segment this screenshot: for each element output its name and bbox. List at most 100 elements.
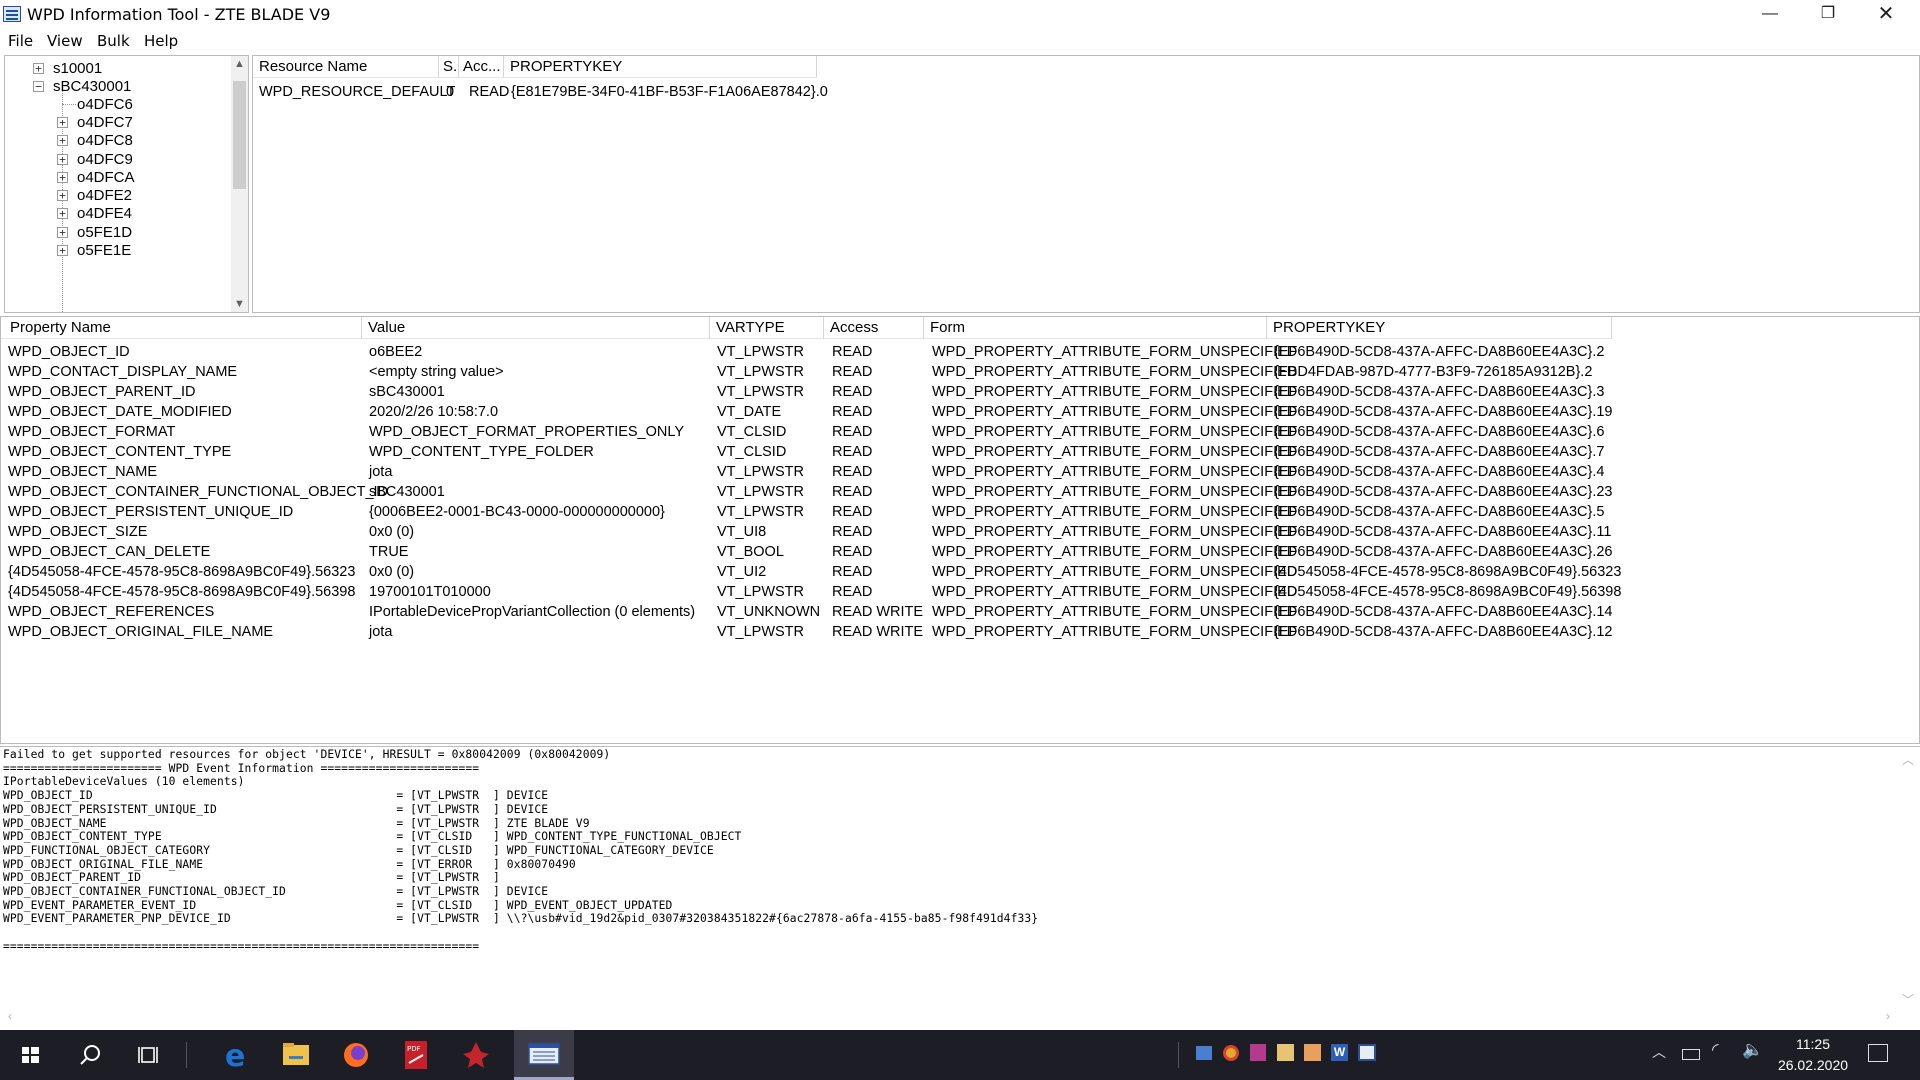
tree-expander[interactable]: +: [33, 63, 44, 74]
search-icon[interactable]: [62, 1030, 118, 1080]
table-row[interactable]: WPD_OBJECT_SIZE 0x0 (0) VT_UI8 READ WPD_PROP…: [1, 522, 1919, 542]
tree-item-o4DFC9[interactable]: o4DFC9: [77, 151, 133, 168]
edge-icon[interactable]: e: [208, 1030, 264, 1080]
tree-expander[interactable]: +: [57, 135, 68, 146]
maximize-button[interactable]: ❐: [1799, 0, 1857, 30]
tree-item-sBC430001[interactable]: sBC430001: [53, 78, 131, 95]
event-log[interactable]: Failed to get supported resources for ob…: [0, 746, 1920, 1030]
pdf-icon[interactable]: PDF: [388, 1030, 444, 1080]
object-tree[interactable]: + s10001 − sBC430001 o4DFC6 + o4DFC7 + o…: [4, 55, 249, 313]
scroll-thumb[interactable]: [233, 81, 246, 189]
scroll-up-icon[interactable]: ▲: [231, 58, 248, 70]
column-header-access[interactable]: Access: [824, 317, 924, 339]
column-header-value[interactable]: Value: [362, 317, 710, 339]
table-row[interactable]: WPD_OBJECT_ID o6BEE2 VT_LPWSTR READ WPD_PROP…: [1, 342, 1919, 362]
tree-expander[interactable]: +: [57, 117, 68, 128]
table-row[interactable]: {4D545058-4FCE-4578-95C8-8698A9BC0F49}.5…: [1, 582, 1919, 602]
taskbar-clock[interactable]: 11:25 26.02.2020: [1773, 1034, 1853, 1076]
tree-item-o4DFE2[interactable]: o4DFE2: [77, 187, 132, 204]
tree-expander[interactable]: +: [57, 190, 68, 201]
task-view-icon[interactable]: [122, 1030, 178, 1080]
log-line: ======================= WPD Event Inform…: [3, 761, 480, 775]
property-value-cell: 0x0 (0): [369, 524, 415, 540]
table-row[interactable]: WPD_OBJECT_CAN_DELETE TRUE VT_BOOL READ WPD_…: [1, 542, 1919, 562]
menu-bulk[interactable]: Bulk: [97, 32, 130, 50]
table-row[interactable]: WPD_OBJECT_CONTAINER_FUNCTIONAL_OBJECT_I…: [1, 482, 1919, 502]
table-row[interactable]: {4D545058-4FCE-4578-95C8-8698A9BC0F49}.5…: [1, 562, 1919, 582]
tray-app-icon[interactable]: [1304, 1044, 1321, 1061]
minimize-button[interactable]: —: [1741, 0, 1799, 30]
column-header-form[interactable]: Form: [924, 317, 1267, 339]
column-header-access[interactable]: Acc...: [459, 56, 504, 78]
tray-app-icon[interactable]: [1196, 1046, 1212, 1060]
log-scroll-left-icon[interactable]: ‹: [8, 1009, 12, 1023]
table-row[interactable]: WPD_OBJECT_CONTENT_TYPE WPD_CONTENT_TYPE_…: [1, 442, 1919, 462]
tree-expander[interactable]: +: [57, 245, 68, 256]
notification-center-icon[interactable]: [1868, 1044, 1888, 1062]
log-scroll-down-icon[interactable]: ﹀: [1902, 991, 1914, 1008]
table-row[interactable]: WPD_OBJECT_ORIGINAL_FILE_NAME jota VT_LPWS…: [1, 622, 1919, 642]
tree-item-o5FE1D[interactable]: o5FE1D: [77, 224, 132, 241]
table-row[interactable]: WPD_OBJECT_DATE_MODIFIED 2020/2/26 10:58:…: [1, 402, 1919, 422]
chrome-icon[interactable]: [1223, 1045, 1239, 1061]
table-row[interactable]: WPD_OBJECT_PERSISTENT_UNIQUE_ID {0006BEE2…: [1, 502, 1919, 522]
close-button[interactable]: ✕: [1857, 0, 1915, 30]
table-row[interactable]: WPD_OBJECT_FORMAT WPD_OBJECT_FORMAT_PROPE…: [1, 422, 1919, 442]
property-name-cell: WPD_OBJECT_SIZE: [8, 524, 148, 540]
red-app-icon[interactable]: [448, 1030, 504, 1080]
property-value-cell: o6BEE2: [369, 344, 423, 360]
property-vartype-cell: VT_CLSID: [717, 444, 787, 460]
tray-app-icon[interactable]: [1250, 1044, 1266, 1061]
column-header-size[interactable]: S.: [439, 56, 459, 78]
title-bar: WPD Information Tool - ZTE BLADE V9 — ❐ …: [0, 0, 1920, 30]
start-icon[interactable]: [2, 1030, 58, 1080]
tree-item-o5FE1E[interactable]: o5FE1E: [77, 242, 131, 259]
tree-expander[interactable]: +: [57, 154, 68, 165]
log-scroll-right-icon[interactable]: ›: [1886, 1009, 1890, 1023]
table-row[interactable]: WPD_OBJECT_REFERENCES IPortableDeviceProp…: [1, 602, 1919, 622]
chevron-up-icon[interactable]: ︿: [1652, 1042, 1666, 1062]
log-scroll-up-icon[interactable]: ︿: [1902, 751, 1914, 768]
property-list[interactable]: Property Name Value VARTYPE Access Form …: [0, 316, 1920, 744]
tree-item-s10001[interactable]: s10001: [53, 60, 102, 77]
tree-item-o4DFCA[interactable]: o4DFCA: [77, 169, 135, 186]
column-header-resource-name[interactable]: Resource Name: [253, 56, 439, 78]
tree-item-o4DFC8[interactable]: o4DFC8: [77, 132, 133, 149]
table-row[interactable]: WPD_OBJECT_PARENT_ID sBC430001 VT_LPWSTR RE…: [1, 382, 1919, 402]
property-vartype-cell: VT_CLSID: [717, 424, 787, 440]
column-header-propertykey[interactable]: PROPERTYKEY: [504, 56, 817, 78]
tree-expander[interactable]: +: [57, 172, 68, 183]
log-line: WPD_OBJECT_PARENT_ID = [VT_LPWSTR ]: [3, 871, 500, 885]
table-row[interactable]: WPD_OBJECT_NAME jota VT_LPWSTR READ WPD_PROP…: [1, 462, 1919, 482]
tree-item-o4DFE4[interactable]: o4DFE4: [77, 205, 132, 222]
resource-name-cell[interactable]: WPD_RESOURCE_DEFAULT: [259, 84, 455, 100]
word-icon[interactable]: W: [1331, 1044, 1348, 1061]
tree-expander[interactable]: −: [33, 81, 44, 92]
menu-help[interactable]: Help: [144, 32, 178, 50]
menu-view[interactable]: View: [47, 32, 83, 50]
tree-scrollbar[interactable]: ▲ ▼: [231, 56, 248, 312]
tray-app-icon[interactable]: [1277, 1044, 1294, 1061]
tree-expander[interactable]: +: [57, 227, 68, 238]
column-header-propertykey[interactable]: PROPERTYKEY: [1267, 317, 1612, 339]
battery-icon[interactable]: [1682, 1049, 1700, 1060]
volume-icon[interactable]: 🔈: [1742, 1040, 1763, 1060]
wpd-tool-icon[interactable]: [514, 1030, 574, 1080]
resource-list[interactable]: Resource Name S. Acc... PROPERTYKEY WPD_…: [252, 55, 1920, 313]
firefox-icon[interactable]: [328, 1030, 384, 1080]
property-access-cell: READ: [832, 564, 873, 580]
table-row[interactable]: WPD_CONTACT_DISPLAY_NAME <empty string va…: [1, 362, 1919, 382]
tree-item-o4DFC7[interactable]: o4DFC7: [77, 114, 133, 131]
tree-expander[interactable]: +: [57, 208, 68, 219]
menu-file[interactable]: File: [8, 32, 33, 50]
wpd-tool-tray-icon[interactable]: [1358, 1044, 1376, 1061]
tree-item-o4DFC6[interactable]: o4DFC6: [77, 96, 133, 113]
property-value-cell: 19700101T010000: [369, 584, 491, 600]
column-header-property-name[interactable]: Property Name: [1, 317, 362, 339]
scroll-down-icon[interactable]: ▼: [231, 298, 248, 310]
file-explorer-icon[interactable]: [268, 1030, 324, 1080]
wifi-icon[interactable]: ◜: [1712, 1040, 1719, 1060]
property-value-cell: {0006BEE2-0001-BC43-0000-000000000000}: [369, 504, 665, 520]
column-header-vartype[interactable]: VARTYPE: [710, 317, 824, 339]
log-line: WPD_OBJECT_ID = [VT_LPWSTR ] DEVICE: [3, 789, 549, 803]
